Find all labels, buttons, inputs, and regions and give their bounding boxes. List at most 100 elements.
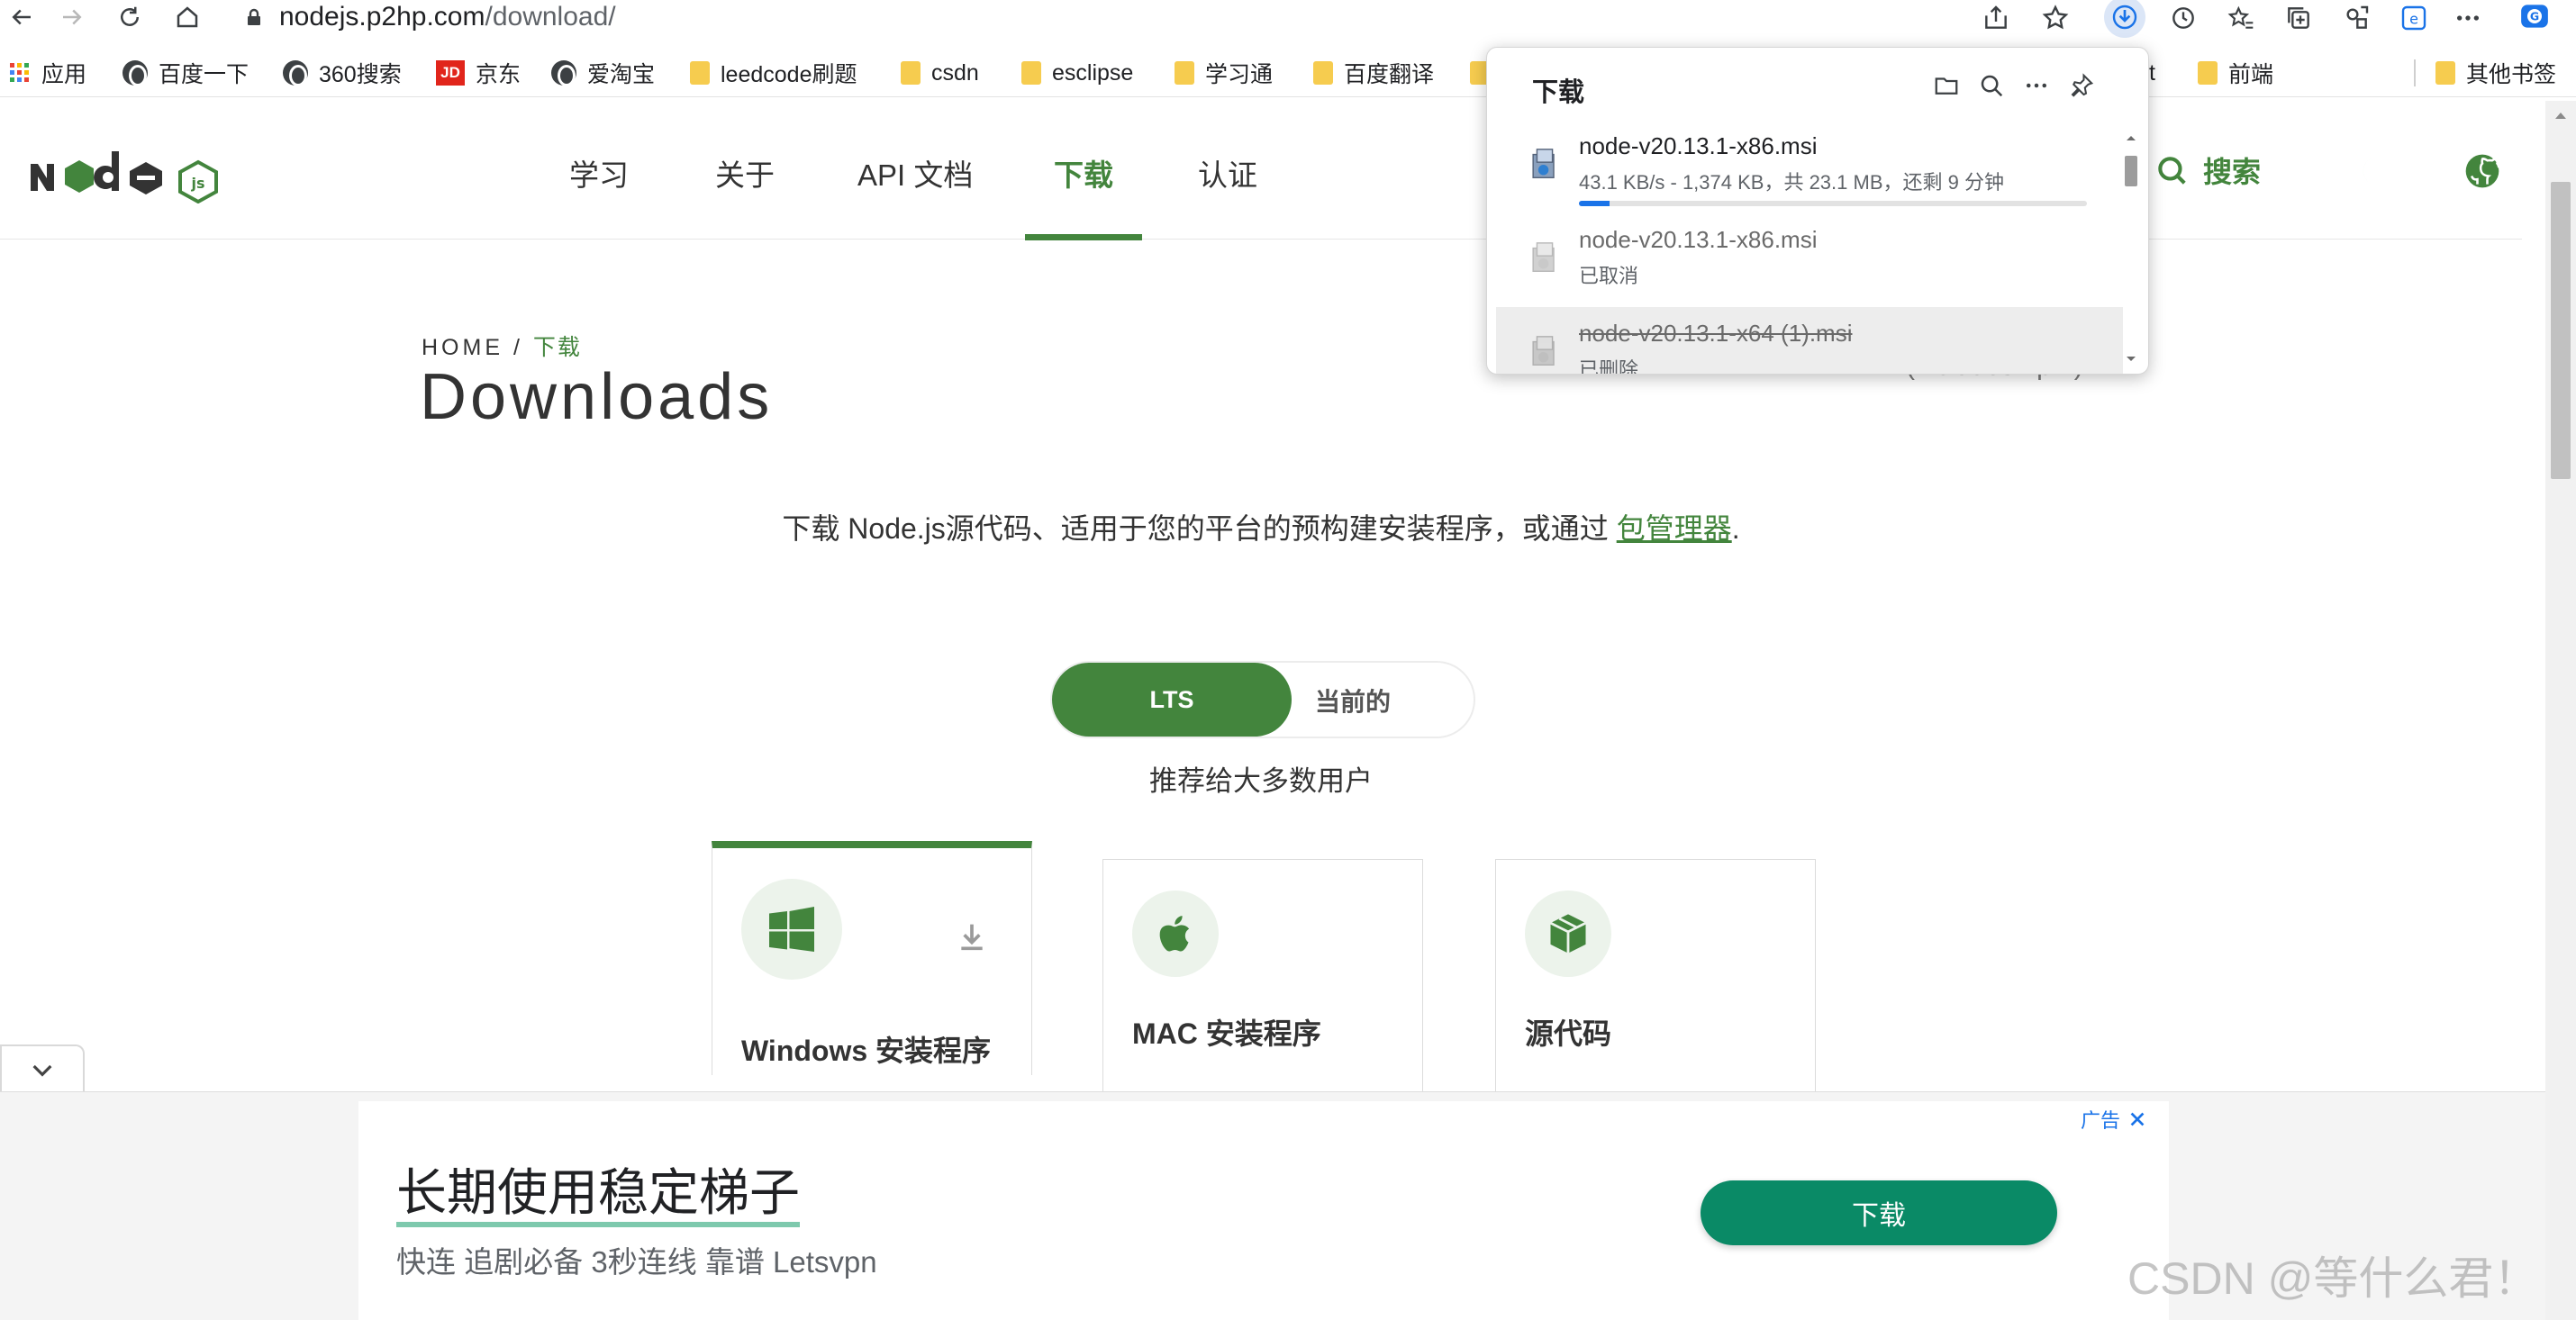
bookmark-baidu-translate[interactable]: 百度翻译 [1313,58,1434,88]
download-status: 已删除 [1579,358,1639,375]
lts-button[interactable]: LTS [1052,663,1292,737]
bookmark-star-button[interactable] [2037,2,2073,34]
arrow-right-icon [63,9,82,25]
forward-button[interactable] [50,0,94,34]
folder-icon [1021,61,1041,85]
bookmark-label: leedcode刷题 [721,62,857,87]
bookmark-label: 应用 [41,62,87,87]
nodejs-logo[interactable]: js [25,139,232,204]
bookmark-aitaobao[interactable]: 爱淘宝 [551,58,655,88]
download-item[interactable]: node-v20.13.1-x64 (1).msi 已删除 [1496,307,2123,375]
apps-grid-icon [10,63,29,82]
github-icon [2465,154,2500,188]
breadcrumb: HOME / 下载 [422,330,582,362]
ad-subtext: 快连 追剧必备 3秒连线 靠谱 Letsvpn [396,1245,877,1279]
address-field[interactable]: nodejs.p2hp.com/download/ [243,0,616,34]
lock-icon [248,8,260,25]
browser-toolbar: nodejs.p2hp.com/download/ e G [0,0,2576,38]
search-button[interactable]: 搜索 [2154,149,2261,191]
bookmark-label: 百度翻译 [1344,62,1435,87]
search-downloads-button[interactable] [1975,69,2008,102]
globe-icon [551,60,576,86]
reload-icon [121,6,139,26]
package-icon-badge [1525,891,1611,977]
bookmark-jd[interactable]: JD 京东 [436,58,521,88]
download-item[interactable]: node-v20.13.1-x86.msi 已取消 [1496,213,2123,307]
ad-download-button[interactable]: 下载 [1701,1180,2057,1245]
downloads-button[interactable] [2104,0,2145,38]
bookmark-label: 爱淘宝 [587,62,656,87]
nav-download[interactable]: 下载 [1054,151,1113,194]
folder-icon [2198,61,2218,85]
scroll-up-icon[interactable] [2545,106,2576,124]
folder-icon [901,61,921,85]
bookmark-label: csdn [931,59,979,86]
nav-learn[interactable]: 学习 [569,151,629,194]
bookmark-other[interactable]: 其他书签 [2414,58,2556,88]
globe-icon [122,60,148,86]
intro-paragraph: 下载 Node.js源代码、适用于您的平台的预构建安装程序，或通过 包管理器. [0,506,2522,547]
nav-about[interactable]: 关于 [715,151,775,194]
bookmark-apps[interactable]: 应用 [9,58,86,88]
page-scroll-thumb[interactable] [2551,182,2571,479]
home-button[interactable] [166,0,209,34]
favorites-button[interactable] [2223,2,2259,34]
page-scrollbar[interactable] [2545,101,2576,1320]
github-link[interactable] [2463,151,2502,191]
extensions-button[interactable] [2338,2,2374,34]
collections-button[interactable] [2281,2,2317,34]
back-button[interactable] [0,0,43,34]
current-button[interactable]: 当前的 [1315,683,1391,719]
breadcrumb-home[interactable]: HOME [422,335,503,360]
package-box-icon [1549,914,1587,954]
download-progress-bar [1579,201,2087,206]
edge-g-icon: G [2521,5,2548,28]
bookmark-frontend[interactable]: 前端 [2198,58,2273,88]
ad-banner[interactable]: 长期使用稳定梯子 快连 追剧必备 3秒连线 靠谱 Letsvpn 下载 广告 [358,1101,2169,1320]
svg-text:e: e [2409,11,2418,28]
downloads-more-button[interactable] [2020,69,2053,102]
bookmark-xuexitong[interactable]: 学习通 [1175,58,1273,88]
bookmark-esclipse[interactable]: esclipse [1021,58,1133,88]
home-icon [177,6,198,28]
intro-text: 下载 Node.js源代码、适用于您的平台的预构建安装程序，或通过 [782,512,1617,545]
theme-toggle-button[interactable] [2362,153,2398,189]
pin-panel-button[interactable] [2065,69,2098,102]
bookmark-360[interactable]: 360搜索 [283,58,402,88]
open-folder-button[interactable] [1930,69,1963,102]
breadcrumb-current: 下载 [532,335,582,360]
windows-icon [769,907,814,952]
mac-installer-card[interactable]: MAC 安装程序 [1102,859,1423,1093]
nav-certification[interactable]: 认证 [1198,151,1257,194]
folder-icon [1175,61,1194,85]
more-menu-button[interactable] [2450,2,2486,34]
bookmarks-bar: 应用 百度一下 360搜索 JD 京东 爱淘宝 leedcode刷题 csdn … [0,50,2576,97]
scroll-up-icon[interactable] [2121,131,2141,145]
scroll-down-icon[interactable] [2121,352,2141,366]
bookmark-baidu[interactable]: 百度一下 [122,58,249,88]
folder-icon [2435,61,2455,85]
downloads-scroll-thumb[interactable] [2125,156,2137,186]
search-icon [1981,75,2003,97]
download-filename: node-v20.13.1-x86.msi [1579,226,1818,253]
windows-installer-card[interactable]: Windows 安装程序 [712,841,1032,1075]
bookmark-csdn[interactable]: csdn [901,58,979,88]
reload-button[interactable] [108,0,151,34]
collections-icon [2288,7,2309,29]
download-arrow-icon[interactable] [954,918,990,954]
jd-logo-icon: JD [436,60,465,86]
release-toggle: LTS 当前的 [1050,661,1475,738]
package-manager-link[interactable]: 包管理器 [1617,512,1732,545]
bookmark-leetcode[interactable]: leedcode刷题 [690,58,857,88]
downloads-scrollbar[interactable] [2121,131,2141,361]
bookmark-partial-label[interactable]: t [2149,58,2155,88]
download-item[interactable]: node-v20.13.1-x86.msi 43.1 KB/s - 1,374 … [1496,120,2123,213]
profile-button[interactable]: G [2509,0,2560,38]
share-button[interactable] [1978,2,2014,34]
ie-mode-button[interactable]: e [2396,2,2432,34]
nav-api-docs[interactable]: API 文档 [857,151,973,194]
close-icon[interactable] [2127,1109,2147,1129]
history-button[interactable] [2165,2,2201,34]
source-code-card[interactable]: 源代码 [1495,859,1816,1093]
collapse-ad-button[interactable] [0,1044,85,1093]
